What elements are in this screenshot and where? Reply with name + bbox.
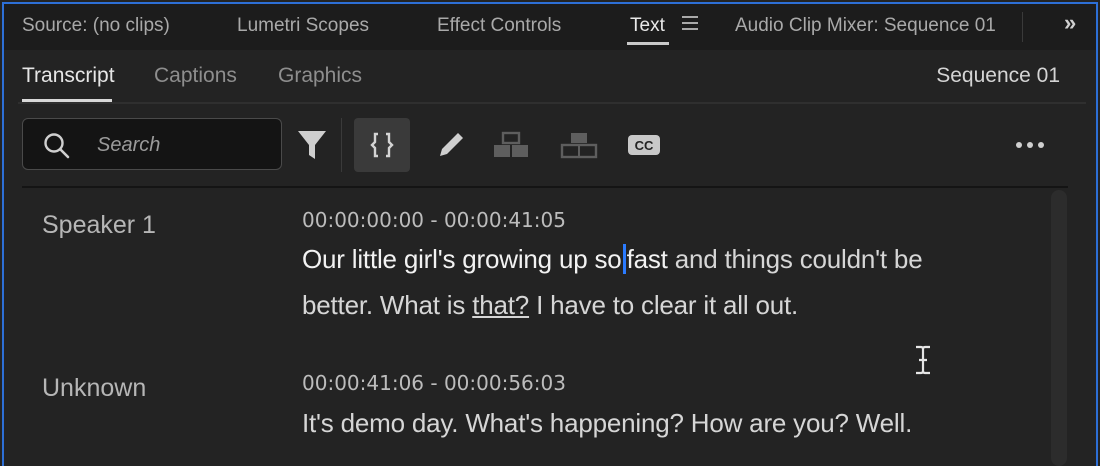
- transcript-line[interactable]: better. What is that? I have to clear it…: [302, 290, 798, 321]
- tab-source[interactable]: Source: (no clips): [22, 15, 170, 37]
- edit-pencil-icon: [440, 133, 463, 156]
- captions-cc-icon: CC: [628, 135, 660, 155]
- split-speakers-button[interactable]: [490, 118, 532, 172]
- speaker-label[interactable]: Speaker 1: [42, 211, 156, 240]
- tab-audio-clip-mixer[interactable]: Audio Clip Mixer: Sequence 01: [735, 15, 996, 37]
- more-options-button[interactable]: [1010, 118, 1050, 172]
- transcript-text[interactable]: better. What is: [302, 290, 472, 320]
- overflow-tabs-icon[interactable]: »: [1064, 10, 1076, 36]
- segment-timecode: 00:00:41:06 - 00:00:56:03: [302, 371, 566, 395]
- transcript-line[interactable]: It's demo day. What's happening? How are…: [302, 408, 912, 439]
- filter-icon: [298, 131, 326, 159]
- text-ibeam-cursor-icon: [916, 345, 930, 375]
- edit-button[interactable]: [430, 118, 472, 172]
- search-input[interactable]: [95, 131, 269, 159]
- vertical-scrollbar[interactable]: [1051, 190, 1067, 466]
- merge-speakers-icon: [560, 133, 598, 159]
- tab-lumetri-scopes[interactable]: Lumetri Scopes: [237, 15, 369, 37]
- filter-button[interactable]: [292, 118, 332, 172]
- segment-timecode: 00:00:00:00 - 00:00:41:05: [302, 208, 566, 232]
- toolbar-divider: [341, 118, 342, 172]
- transcript-text[interactable]: Our little girl's growing up so: [302, 244, 622, 274]
- tab-transcript[interactable]: Transcript: [22, 64, 115, 88]
- merge-segments-icon: [370, 132, 394, 158]
- transcript-text[interactable]: and things couldn't be: [668, 244, 923, 274]
- speaker-label[interactable]: Unknown: [42, 374, 146, 403]
- transcript-text[interactable]: fast: [627, 244, 668, 274]
- text-cursor: [622, 244, 626, 274]
- transcript-line[interactable]: Our little girl's growing up so fast and …: [302, 244, 923, 275]
- transcript-text[interactable]: It's demo day. What's happening? How are…: [302, 408, 912, 438]
- panel-menu-icon[interactable]: [682, 16, 698, 30]
- svg-text:CC: CC: [635, 138, 654, 153]
- sequence-name: Sequence 01: [936, 64, 1060, 87]
- merge-speakers-button[interactable]: [558, 118, 600, 172]
- tab-effect-controls[interactable]: Effect Controls: [437, 15, 561, 37]
- tab-text[interactable]: Text: [630, 15, 665, 37]
- captions-button[interactable]: CC: [624, 118, 664, 172]
- more-options-icon: [1016, 142, 1044, 148]
- transcript-text[interactable]: I have to clear it all out.: [529, 290, 798, 320]
- tab-divider: [1022, 12, 1023, 42]
- search-box[interactable]: [22, 118, 282, 170]
- split-speakers-icon: [494, 131, 528, 157]
- divider: [22, 186, 1068, 188]
- flagged-word[interactable]: that?: [472, 290, 529, 320]
- merge-segments-button[interactable]: [354, 118, 410, 172]
- tab-graphics[interactable]: Graphics: [278, 64, 362, 88]
- tab-captions[interactable]: Captions: [154, 64, 237, 88]
- active-tab-indicator: [627, 42, 669, 45]
- search-icon: [44, 133, 70, 159]
- divider: [18, 102, 1086, 104]
